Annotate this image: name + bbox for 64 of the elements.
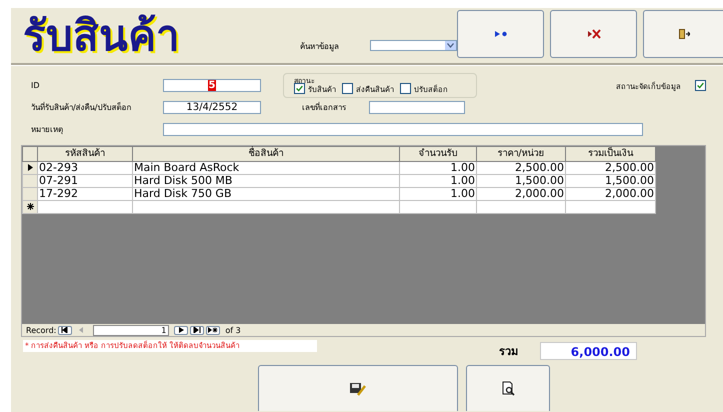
new-record-nav-button[interactable]	[206, 326, 220, 334]
table-cell: 1,500.00	[476, 174, 566, 188]
form-title: รับสินค้า	[23, 14, 181, 56]
table-cell: 07-291	[38, 174, 132, 188]
table-cell: 1.00	[400, 188, 476, 200]
search-dropdown[interactable]	[370, 40, 457, 51]
table-cell: 17-292	[38, 188, 132, 200]
table-cell: 1,500.00	[566, 174, 656, 188]
dropdown-arrow-icon	[445, 41, 456, 50]
document-number-field[interactable]	[369, 101, 465, 114]
table-cell: 2,000.00	[566, 188, 656, 200]
navigator-label: Record:	[26, 326, 56, 334]
table-cell: 1.00	[400, 174, 476, 188]
exit-button[interactable]	[643, 10, 723, 58]
remark-field[interactable]	[163, 123, 643, 136]
table-cell: 2,500.00	[566, 162, 656, 174]
next-record-icon	[178, 327, 184, 333]
preview-button[interactable]	[466, 365, 550, 411]
delete-record-icon	[586, 29, 600, 39]
save-button[interactable]	[258, 365, 458, 411]
print-preview-icon	[500, 381, 516, 396]
new-record-button[interactable]	[457, 10, 544, 58]
save-edit-icon	[349, 382, 367, 396]
date-field[interactable]: 13/4/2552	[163, 101, 261, 114]
previous-record-icon	[78, 327, 84, 333]
table-cell: Hard Disk 750 GB	[132, 188, 400, 200]
table-cell: 02-293	[38, 162, 132, 174]
table-cell: Main Board AsRock	[132, 162, 400, 174]
first-record-button[interactable]	[58, 326, 72, 334]
last-record-icon	[192, 327, 202, 333]
field-label: ID	[31, 81, 41, 90]
new-record-icon	[208, 327, 218, 333]
new-record-icon	[494, 30, 508, 38]
checkbox[interactable]	[695, 80, 706, 91]
column-header[interactable]: จำนวนรับ	[400, 146, 476, 162]
new-row-selector[interactable]	[22, 200, 38, 214]
first-record-icon	[60, 327, 70, 333]
row-selector[interactable]	[22, 162, 38, 174]
checkbox[interactable]	[342, 83, 353, 94]
field-label: เลขที่เอกสาร	[302, 101, 347, 114]
table-cell: Hard Disk 500 MB	[132, 174, 400, 188]
column-header[interactable]: รวมเป็นเงิน	[566, 146, 656, 162]
last-record-button[interactable]	[190, 326, 204, 334]
column-header[interactable]: ชื่อสินค้า	[132, 146, 400, 162]
total-label: รวม	[499, 344, 518, 360]
total-field: 6,000.00	[540, 342, 637, 360]
table-cell: 2,500.00	[476, 162, 566, 174]
record-count: of 3	[225, 326, 241, 334]
column-header[interactable]: ราคา/หน่วย	[476, 146, 566, 162]
checkbox[interactable]	[400, 83, 411, 94]
next-record-button[interactable]	[174, 326, 188, 334]
search-label: ค้นหาข้อมูล	[300, 41, 340, 53]
record-number-field[interactable]: 1	[93, 324, 170, 336]
column-header[interactable]: รหัสสินค้า	[38, 146, 132, 162]
table-cell: 2,000.00	[476, 188, 566, 200]
current-row-icon	[28, 164, 32, 171]
table-cell: 1.00	[400, 162, 476, 174]
checkbox[interactable]	[294, 83, 305, 94]
door-icon	[678, 28, 690, 40]
new-row-icon	[26, 203, 34, 210]
delete-button[interactable]	[550, 10, 637, 58]
field-label: หมายเหตุ	[31, 124, 64, 136]
field-label: วันที่รับสินค้า/ส่งคืน/ปรับสต็อก	[31, 101, 132, 114]
id-field[interactable]: 5	[163, 79, 261, 92]
